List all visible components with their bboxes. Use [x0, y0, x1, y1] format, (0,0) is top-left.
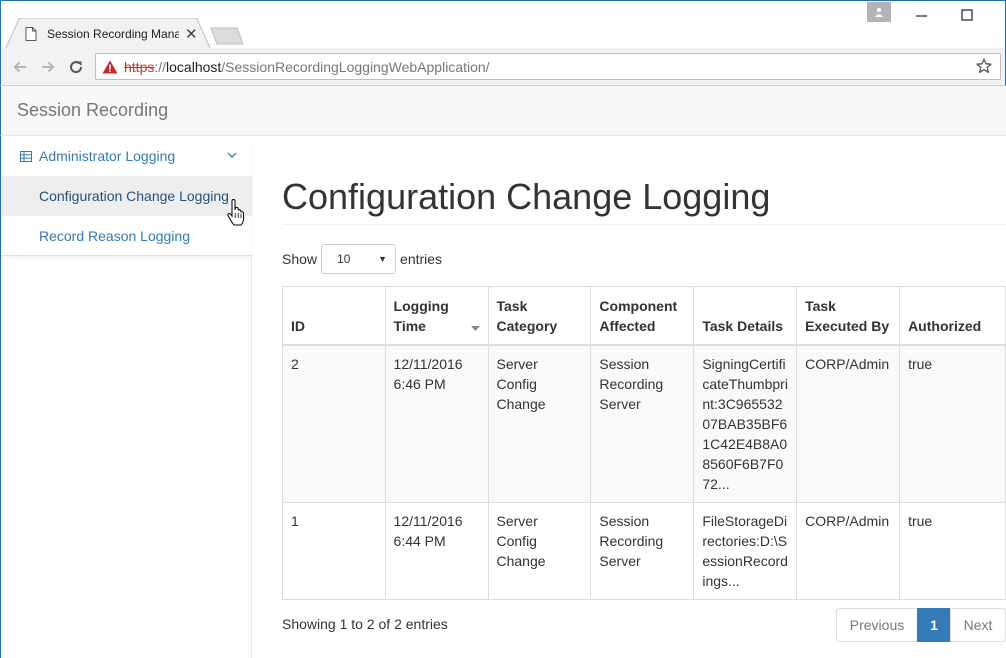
app-brand[interactable]: Session Recording [17, 100, 168, 121]
new-tab-button[interactable] [209, 27, 245, 45]
cell-component-affected: Session Recording Server [590, 344, 695, 503]
address-bar[interactable]: https://localhost/SessionRecordingLoggin… [95, 53, 1001, 80]
reload-button[interactable] [65, 56, 87, 78]
next-page-button[interactable]: Next [950, 608, 1006, 642]
sidebar-item-label: Record Reason Logging [39, 228, 190, 244]
table-header-row: ID Logging Time Task Category Component … [282, 286, 1006, 346]
table-icon [20, 150, 32, 162]
cell-component-affected: Session Recording Server [590, 501, 695, 600]
browser-tab[interactable]: Session Recording Mana ✕ [15, 19, 205, 49]
chevron-down-icon [227, 152, 237, 158]
column-header-task-category[interactable]: Task Category [487, 286, 592, 346]
pagination: Previous 1 Next [836, 608, 1006, 642]
entries-length-control: Show 10 ▼ entries [282, 244, 442, 274]
close-tab-icon[interactable]: ✕ [185, 27, 198, 42]
profile-icon[interactable] [867, 2, 891, 22]
forward-arrow-icon [42, 61, 55, 73]
column-header-component-affected[interactable]: Component Affected [590, 286, 695, 346]
cell-id: 2 [282, 344, 386, 503]
cell-task-category: Server Config Change [487, 344, 592, 503]
document-icon [25, 27, 37, 41]
column-header-task-executed-by[interactable]: Task Executed By [796, 286, 901, 346]
sidebar-group-label: Administrator Logging [39, 148, 176, 164]
column-header-id[interactable]: ID [282, 286, 386, 346]
column-header-label: Logging Time [393, 297, 449, 334]
sidebar-item-label: Configuration Change Logging [39, 188, 229, 204]
main-content: Configuration Change Logging Show 10 ▼ e… [282, 136, 1006, 658]
minimize-icon[interactable] [913, 5, 931, 25]
sidebar-group-administrator-logging: Administrator Logging Configuration Chan… [1, 136, 252, 256]
sort-descending-icon [470, 325, 480, 331]
column-header-logging-time[interactable]: Logging Time [384, 286, 489, 346]
previous-page-button[interactable]: Previous [836, 608, 918, 642]
tab-title: Session Recording Mana [47, 27, 179, 41]
table-info: Showing 1 to 2 of 2 entries [282, 616, 448, 632]
sidebar: Administrator Logging Configuration Chan… [0, 136, 252, 658]
not-secure-warning-icon[interactable] [102, 60, 118, 74]
sidebar-item-record-reason-logging[interactable]: Record Reason Logging [1, 216, 252, 256]
forward-button[interactable] [37, 56, 59, 78]
browser-titlebar: Session Recording Mana ✕ [0, 0, 1006, 50]
browser-toolbar: https://localhost/SessionRecordingLoggin… [0, 48, 1006, 86]
table-row: 2 12/11/2016 6:46 PM Server Config Chang… [282, 344, 1006, 503]
cell-task-executed-by: CORP/Admin [796, 344, 901, 503]
url-host: localhost [166, 58, 222, 75]
title-divider [282, 224, 1006, 225]
cell-task-executed-by: CORP/Admin [796, 501, 901, 600]
cell-authorized: true [899, 501, 1006, 600]
hand-cursor-icon [227, 199, 245, 226]
bookmark-star-icon[interactable] [976, 58, 992, 74]
sidebar-item-configuration-change-logging[interactable]: Configuration Change Logging [1, 176, 252, 216]
page-title: Configuration Change Logging [282, 176, 771, 217]
url-scheme: https [124, 58, 155, 75]
config-change-log-table: ID Logging Time Task Category Component … [282, 286, 1006, 600]
cell-logging-time: 12/11/2016 6:44 PM [384, 501, 489, 600]
app-navbar: Session Recording [0, 86, 1006, 136]
cell-task-details: FileStorageDirectories:D:\SessionRecordi… [693, 501, 798, 600]
reload-icon [70, 61, 83, 74]
cell-id: 1 [282, 501, 386, 600]
back-button[interactable] [9, 56, 31, 78]
select-caret-icon: ▼ [378, 254, 388, 264]
column-header-authorized[interactable]: Authorized [899, 286, 1006, 346]
cell-authorized: true [899, 344, 1006, 503]
url-path: /SessionRecordingLoggingWebApplication/ [221, 58, 490, 75]
cell-logging-time: 12/11/2016 6:46 PM [384, 344, 489, 503]
url-separator: :// [154, 58, 167, 75]
cell-task-details: SigningCertificateThumbprint:3C96553207B… [693, 344, 798, 503]
entries-per-page-value: 10 [337, 252, 351, 266]
maximize-icon[interactable] [957, 5, 977, 25]
table-row: 1 12/11/2016 6:44 PM Server Config Chang… [282, 501, 1006, 600]
cell-task-category: Server Config Change [487, 501, 592, 600]
entries-label: entries [400, 251, 443, 267]
entries-per-page-select[interactable]: 10 ▼ [321, 244, 397, 274]
column-header-task-details[interactable]: Task Details [693, 286, 798, 346]
sidebar-group-header[interactable]: Administrator Logging [1, 136, 252, 176]
back-arrow-icon [13, 61, 26, 73]
show-label: Show [282, 251, 318, 267]
page-1-button[interactable]: 1 [917, 608, 951, 642]
